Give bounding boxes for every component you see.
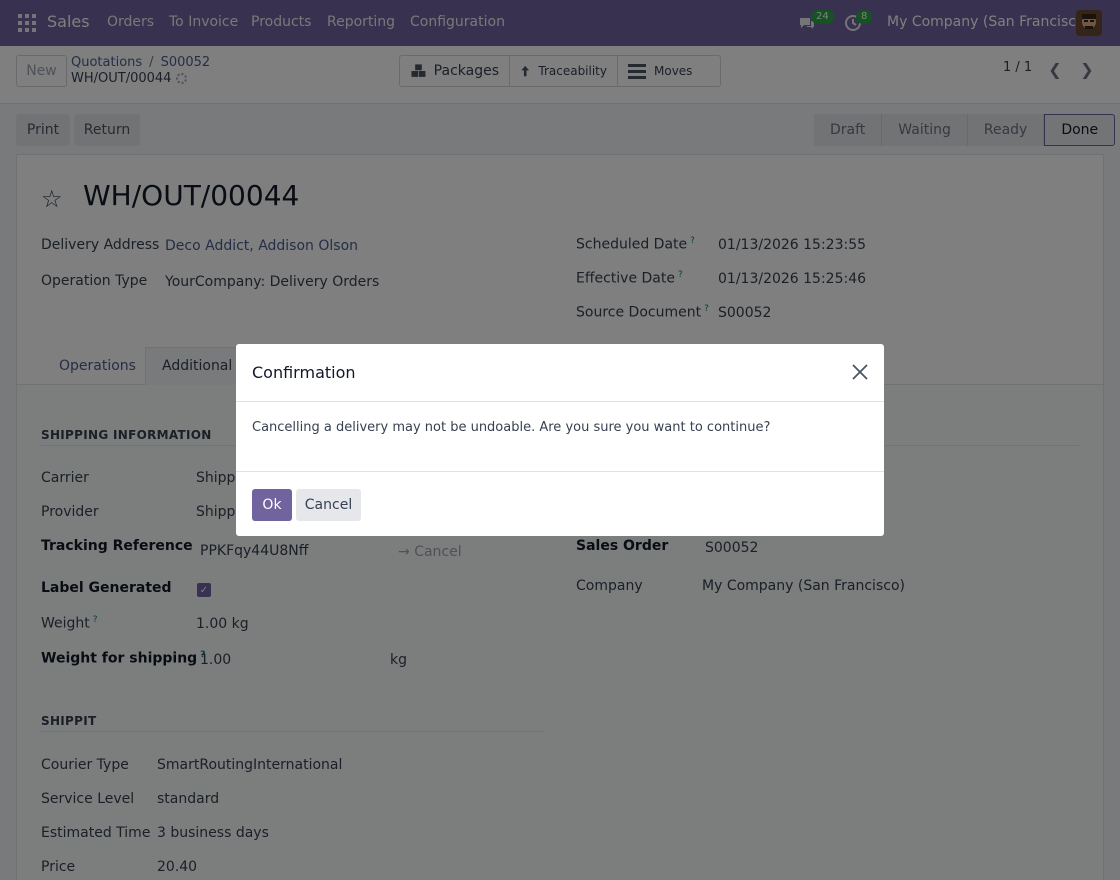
modal-footer: Ok Cancel xyxy=(236,471,884,536)
modal-title: Confirmation xyxy=(252,363,356,382)
modal-message: Cancelling a delivery may not be undoabl… xyxy=(252,420,771,435)
modal-header: Confirmation xyxy=(236,344,884,402)
ok-button[interactable]: Ok xyxy=(252,489,292,521)
confirmation-dialog: Confirmation Cancelling a delivery may n… xyxy=(236,344,884,536)
close-icon[interactable] xyxy=(850,362,870,382)
cancel-button[interactable]: Cancel xyxy=(296,489,361,521)
